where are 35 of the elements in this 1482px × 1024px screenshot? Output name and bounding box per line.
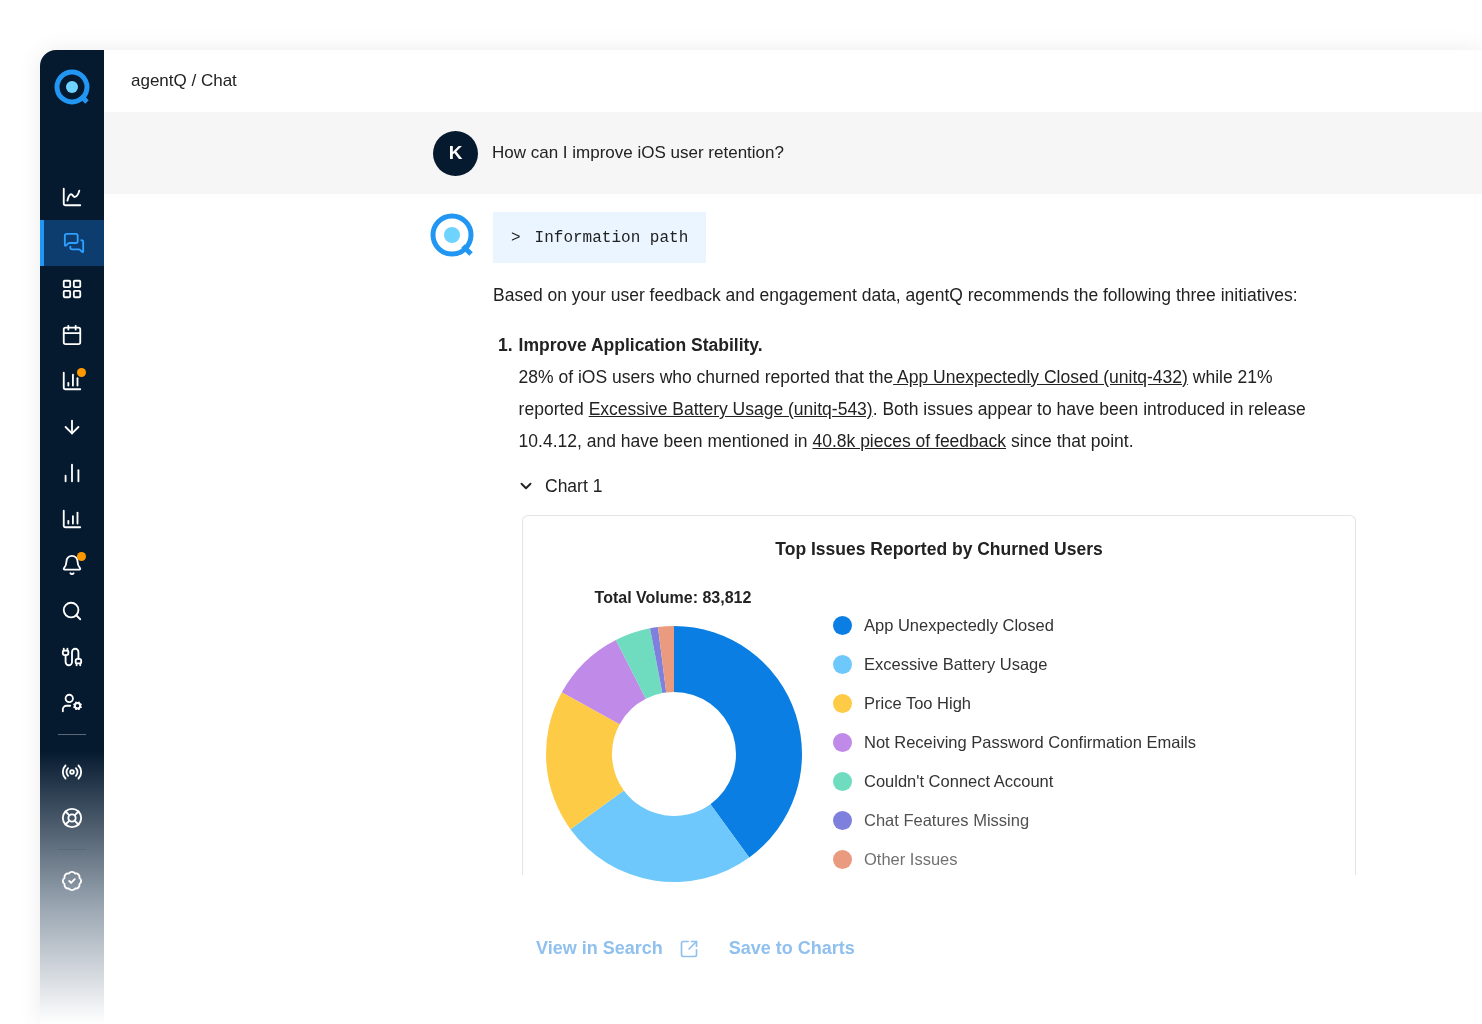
legend-label: Excessive Battery Usage bbox=[864, 654, 1048, 676]
trend-icon bbox=[61, 186, 83, 208]
cable-icon bbox=[61, 646, 83, 668]
external-link-icon bbox=[678, 938, 699, 959]
breadcrumb: agentQ / Chat bbox=[131, 70, 237, 93]
chart-title: Top Issues Reported by Churned Users bbox=[775, 538, 1103, 562]
badge-check-icon bbox=[61, 870, 83, 892]
legend-label: App Unexpectedly Closed bbox=[864, 615, 1054, 637]
legend-label: Price Too High bbox=[864, 693, 971, 715]
initiative-description: 28% of iOS users who churned reported that the App Unexpectedly Closed (unitq-432) while 21% reported Excessive Battery Usage (unitq-543). Both issues appear to have been introduced in release 10.4.12, and have been mentioned in 40.8k pieces of feedback since that point. bbox=[518, 366, 1307, 453]
link[interactable]: 40.8k pieces of feedback bbox=[812, 431, 1007, 451]
question-text: How can I improve iOS user retention? bbox=[492, 142, 784, 165]
list-number: 1. bbox=[498, 334, 513, 357]
user-avatar: K bbox=[433, 130, 478, 176]
link[interactable]: App Unexpectedly Closed (unitq-432) bbox=[893, 367, 1188, 387]
chart-toggle[interactable]: Chart 1 bbox=[517, 473, 603, 500]
search-icon bbox=[61, 600, 83, 622]
total-volume: Total Volume: 83,812 bbox=[594, 587, 752, 608]
initiative-title: Improve Application Stability. bbox=[518, 334, 764, 357]
bell-icon bbox=[61, 554, 83, 576]
lifebuoy-icon bbox=[61, 807, 83, 829]
chart-add-icon bbox=[61, 508, 83, 530]
calendar-icon bbox=[61, 324, 83, 346]
intro-text: Based on your user feedback and engagement data, agentQ recommends the following three initiatives: bbox=[493, 284, 1299, 307]
legend-label: Chat Features Missing bbox=[864, 810, 1030, 832]
legend-label: Other Issues bbox=[864, 849, 958, 871]
information-path-toggle[interactable]: > Information path bbox=[493, 212, 707, 263]
grid-icon bbox=[61, 278, 83, 300]
logo-icon bbox=[53, 68, 91, 106]
user-settings-icon bbox=[61, 692, 83, 714]
chat-icon bbox=[63, 232, 85, 254]
link[interactable]: Excessive Battery Usage (unitq-543) bbox=[588, 399, 873, 419]
legend-label: Not Receiving Password Confirmation Emails bbox=[864, 732, 1196, 754]
legend-label: Couldn't Connect Account bbox=[864, 771, 1054, 793]
bar-chart-icon bbox=[61, 370, 83, 392]
